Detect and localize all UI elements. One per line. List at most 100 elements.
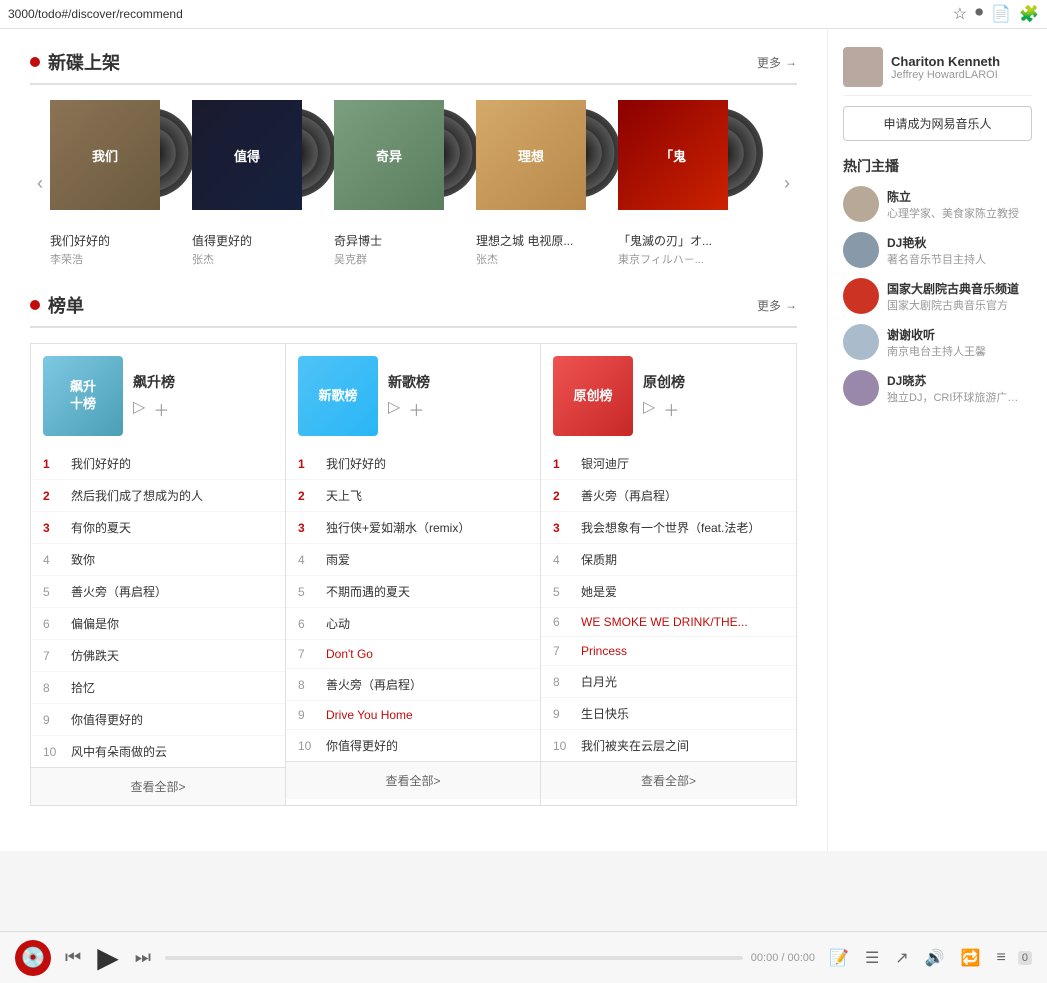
chart-rank: 5	[43, 585, 63, 599]
star-icon[interactable]: ☆	[953, 4, 967, 24]
add-chart-btn[interactable]: ＋	[408, 397, 424, 421]
chart-rank: 3	[553, 521, 573, 535]
chart-row[interactable]: 2 善火旁（再启程）	[541, 480, 796, 512]
albums-next-btn[interactable]: ›	[777, 173, 797, 194]
chart-name: 原创榜	[643, 372, 685, 392]
chart-footer[interactable]: 查看全部>	[541, 761, 796, 799]
loop-btn[interactable]: 🔁	[957, 944, 985, 972]
chart-song-title: 致你	[71, 551, 273, 568]
chart-cover: 原创榜	[553, 356, 633, 436]
new-albums-more[interactable]: 更多 →	[757, 54, 797, 71]
broadcaster-info: DJ艳秋 著名音乐节目主持人	[887, 234, 1032, 267]
play-chart-btn[interactable]: ▷	[643, 397, 655, 421]
chart-row[interactable]: 8 拾忆	[31, 672, 285, 704]
new-albums-section: 新碟上架 更多 → ‹ 我们 我们好好的 李荣浩 值得 值得更好的 张杰	[30, 49, 797, 267]
chart-header: 飙升 十榜 飙升榜 ▷ ＋	[31, 344, 285, 448]
chart-row[interactable]: 5 不期而遇的夏天	[286, 576, 540, 608]
chart-row[interactable]: 5 善火旁（再启程）	[31, 576, 285, 608]
charts-more[interactable]: 更多 →	[757, 297, 797, 314]
chart-row[interactable]: 3 我会想象有一个世界（feat.法老）	[541, 512, 796, 544]
chart-rank: 8	[553, 675, 573, 689]
player-progress-bar[interactable]	[165, 956, 743, 960]
chart-row[interactable]: 7 Princess	[541, 637, 796, 666]
chart-rank: 7	[553, 644, 573, 658]
chart-row[interactable]: 1 我们好好的	[31, 448, 285, 480]
sidebar-featured-user: Chariton Kenneth Jeffrey HowardLAROI	[843, 39, 1032, 96]
broadcaster-item[interactable]: DJ艳秋 著名音乐节目主持人	[843, 232, 1032, 268]
album-item[interactable]: 奇异 奇异博士 吴克群	[334, 100, 461, 267]
add-chart-btn[interactable]: ＋	[663, 397, 679, 421]
chart-row[interactable]: 4 雨爱	[286, 544, 540, 576]
chart-row[interactable]: 10 我们被夹在云层之间	[541, 730, 796, 761]
broadcaster-item[interactable]: 国家大剧院古典音乐频道 国家大剧院古典音乐官方	[843, 278, 1032, 314]
chart-song-title: 善火旁（再启程）	[326, 676, 528, 693]
record-icon[interactable]: ⏺	[975, 4, 983, 24]
queue-btn[interactable]: ≡	[993, 945, 1010, 971]
broadcaster-item[interactable]: 陈立 心理学家、美食家陈立教授	[843, 186, 1032, 222]
chart-rank: 9	[298, 708, 318, 722]
extension-icon[interactable]: 🧩	[1019, 4, 1039, 24]
chart-footer[interactable]: 查看全部>	[286, 761, 540, 799]
chart-row[interactable]: 2 然后我们成了想成为的人	[31, 480, 285, 512]
chart-row[interactable]: 3 有你的夏天	[31, 512, 285, 544]
player-disc-icon: 💿	[21, 945, 46, 970]
chart-song-title: 善火旁（再启程）	[71, 583, 273, 600]
album-item[interactable]: 「鬼 「鬼滅の刃」オ... 東京フィルハ－...	[618, 100, 745, 267]
chart-row[interactable]: 8 善火旁（再启程）	[286, 669, 540, 701]
chart-row[interactable]: 1 我们好好的	[286, 448, 540, 480]
volume-btn[interactable]: 🔊	[921, 944, 949, 972]
chart-rank: 3	[298, 521, 318, 535]
add-chart-btn[interactable]: ＋	[153, 397, 169, 421]
album-title: 理想之城 电视原...	[476, 232, 603, 249]
chart-song-title: Princess	[581, 644, 784, 658]
broadcaster-item[interactable]: DJ晓苏 独立DJ，CRI环球旅游广播...	[843, 370, 1032, 406]
apply-musician-btn[interactable]: 申请成为网易音乐人	[843, 106, 1032, 141]
next-btn[interactable]: ⏭	[131, 943, 155, 972]
chart-song-title: 我们好好的	[326, 455, 528, 472]
album-item[interactable]: 值得 值得更好的 张杰	[192, 100, 319, 267]
chart-row[interactable]: 10 你值得更好的	[286, 730, 540, 761]
chart-footer[interactable]: 查看全部>	[31, 767, 285, 805]
chart-col-feisheng: 飙升 十榜 飙升榜 ▷ ＋ 1 我们好好的 2 然后我们成了想成为的人 3 有你…	[31, 344, 286, 805]
chart-row[interactable]: 6 偏偏是你	[31, 608, 285, 640]
chart-rank: 4	[298, 553, 318, 567]
albums-prev-btn[interactable]: ‹	[30, 173, 50, 194]
share-btn[interactable]: ↗	[891, 944, 912, 972]
chart-row[interactable]: 7 Don't Go	[286, 640, 540, 669]
chart-row[interactable]: 2 天上飞	[286, 480, 540, 512]
chart-row[interactable]: 9 你值得更好的	[31, 704, 285, 736]
chart-song-title: 白月光	[581, 673, 784, 690]
broadcaster-desc: 心理学家、美食家陈立教授	[887, 205, 1027, 221]
albums-container: ‹ 我们 我们好好的 李荣浩 值得 值得更好的 张杰 奇异 奇异博士 吴克群 理…	[30, 100, 797, 267]
chart-row[interactable]: 6 心动	[286, 608, 540, 640]
prev-btn[interactable]: ⏮	[61, 943, 85, 972]
chart-row[interactable]: 6 WE SMOKE WE DRINK/THE...	[541, 608, 796, 637]
broadcaster-avatar	[843, 324, 879, 360]
chart-row[interactable]: 4 保质期	[541, 544, 796, 576]
chart-rank: 2	[553, 489, 573, 503]
player-time: 00:00 / 00:00	[751, 952, 815, 964]
chart-row[interactable]: 9 Drive You Home	[286, 701, 540, 730]
charts-section-dot	[30, 300, 40, 310]
chart-song-title: 我们被夹在云层之间	[581, 737, 784, 754]
album-item[interactable]: 理想 理想之城 电视原... 张杰	[476, 100, 603, 267]
broadcaster-item[interactable]: 谢谢收听 南京电台主持人王馨	[843, 324, 1032, 360]
chart-row[interactable]: 10 风中有朵雨做的云	[31, 736, 285, 767]
chart-row[interactable]: 1 银河迪厅	[541, 448, 796, 480]
chart-row[interactable]: 5 她是爱	[541, 576, 796, 608]
play-btn[interactable]: ▶	[93, 937, 123, 978]
chart-row[interactable]: 3 独行侠+爱如潮水（remix）	[286, 512, 540, 544]
play-chart-btn[interactable]: ▷	[388, 397, 400, 421]
chart-rank: 9	[43, 713, 63, 727]
chart-row[interactable]: 4 致你	[31, 544, 285, 576]
lyrics-btn[interactable]: 📝	[825, 944, 853, 972]
playlist-btn[interactable]: ☰	[861, 944, 883, 972]
play-chart-btn[interactable]: ▷	[133, 397, 145, 421]
album-item[interactable]: 我们 我们好好的 李荣浩	[50, 100, 177, 267]
album-cover: 理想	[476, 100, 603, 227]
chart-row[interactable]: 8 白月光	[541, 666, 796, 698]
pdf-icon[interactable]: 📄	[991, 4, 1011, 24]
chart-row[interactable]: 7 仿佛跌天	[31, 640, 285, 672]
chart-row[interactable]: 9 生日快乐	[541, 698, 796, 730]
chart-rank: 6	[43, 617, 63, 631]
